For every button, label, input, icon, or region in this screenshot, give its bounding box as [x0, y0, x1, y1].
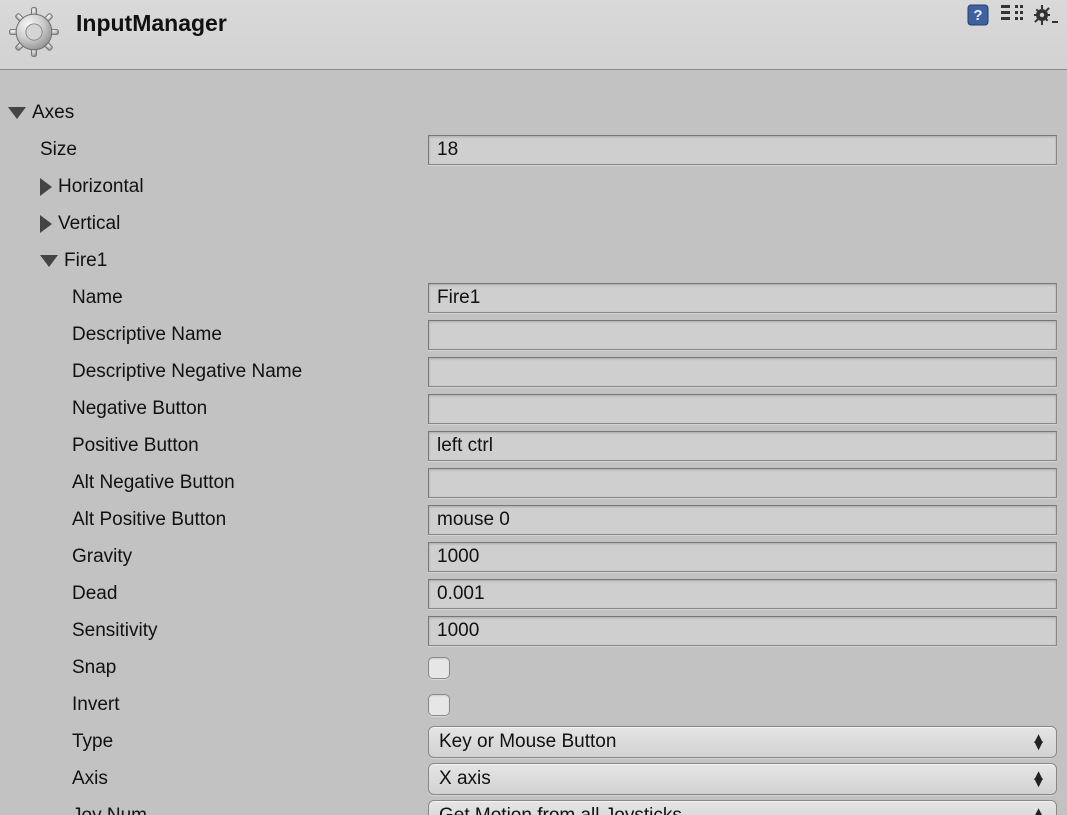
invert-checkbox[interactable] — [428, 694, 450, 716]
gravity-input[interactable] — [428, 542, 1057, 572]
joynum-select-value: Get Motion from all Joysticks — [439, 805, 682, 815]
descriptive-negative-name-label: Descriptive Negative Name — [72, 361, 302, 383]
updown-arrows-icon: ▲▼ — [1031, 809, 1046, 815]
name-input[interactable] — [428, 283, 1057, 313]
type-select-value: Key or Mouse Button — [439, 731, 616, 753]
descriptive-negative-name-row: Descriptive Negative Name — [0, 353, 1067, 390]
axes-foldout-label: Axes — [32, 102, 74, 124]
help-icon[interactable]: ? — [965, 4, 991, 26]
snap-label: Snap — [72, 657, 116, 679]
inspector-header: InputManager ? — [0, 0, 1067, 70]
vertical-foldout-label: Vertical — [58, 213, 120, 235]
name-label: Name — [72, 287, 123, 309]
positive-button-row: Positive Button — [0, 427, 1067, 464]
size-label: Size — [40, 139, 77, 161]
gravity-row: Gravity — [0, 538, 1067, 575]
size-input[interactable] — [428, 135, 1057, 165]
updown-arrows-icon: ▲▼ — [1031, 735, 1046, 749]
name-row: Name — [0, 279, 1067, 316]
axis-row: Axis X axis ▲▼ — [0, 760, 1067, 797]
type-label: Type — [72, 731, 113, 753]
inspector-body: Axes Size Horizontal Vertical Fire1 — [0, 70, 1067, 815]
horizontal-foldout-label: Horizontal — [58, 176, 144, 198]
alt-positive-button-label: Alt Positive Button — [72, 509, 226, 531]
alt-negative-button-input[interactable] — [428, 468, 1057, 498]
alt-positive-button-input[interactable] — [428, 505, 1057, 535]
foldout-arrow-down-icon — [8, 107, 26, 119]
sensitivity-input[interactable] — [428, 616, 1057, 646]
inspector-title: InputManager — [76, 10, 227, 37]
alt-negative-button-label: Alt Negative Button — [72, 472, 235, 494]
descriptive-name-row: Descriptive Name — [0, 316, 1067, 353]
invert-row: Invert — [0, 686, 1067, 723]
positive-button-label: Positive Button — [72, 435, 199, 457]
dead-row: Dead — [0, 575, 1067, 612]
sensitivity-label: Sensitivity — [72, 620, 158, 642]
type-select[interactable]: Key or Mouse Button ▲▼ — [428, 726, 1057, 758]
axis-label: Axis — [72, 768, 108, 790]
size-row: Size — [0, 131, 1067, 168]
foldout-arrow-down-icon — [40, 255, 58, 267]
svg-text:?: ? — [973, 7, 982, 24]
vertical-foldout[interactable]: Vertical — [0, 205, 1067, 242]
foldout-arrow-right-icon — [40, 215, 52, 233]
snap-row: Snap — [0, 649, 1067, 686]
axis-select-value: X axis — [439, 768, 491, 790]
settings-gear-icon — [8, 6, 60, 58]
type-row: Type Key or Mouse Button ▲▼ — [0, 723, 1067, 760]
horizontal-foldout[interactable]: Horizontal — [0, 168, 1067, 205]
negative-button-label: Negative Button — [72, 398, 207, 420]
gravity-label: Gravity — [72, 546, 132, 568]
descriptive-name-label: Descriptive Name — [72, 324, 222, 346]
negative-button-input[interactable] — [428, 394, 1057, 424]
header-toolbar: ? — [965, 4, 1059, 26]
descriptive-name-input[interactable] — [428, 320, 1057, 350]
snap-checkbox[interactable] — [428, 657, 450, 679]
negative-button-row: Negative Button — [0, 390, 1067, 427]
invert-label: Invert — [72, 694, 120, 716]
joynum-select[interactable]: Get Motion from all Joysticks ▲▼ — [428, 800, 1057, 815]
joynum-label: Joy Num — [72, 805, 147, 815]
descriptive-negative-name-input[interactable] — [428, 357, 1057, 387]
fire1-foldout-label: Fire1 — [64, 250, 107, 272]
dead-label: Dead — [72, 583, 117, 605]
fire1-foldout[interactable]: Fire1 — [0, 242, 1067, 279]
positive-button-input[interactable] — [428, 431, 1057, 461]
axes-foldout[interactable]: Axes — [0, 94, 1067, 131]
preset-icon[interactable] — [999, 4, 1025, 26]
foldout-arrow-right-icon — [40, 178, 52, 196]
joynum-row: Joy Num Get Motion from all Joysticks ▲▼ — [0, 797, 1067, 815]
alt-negative-button-row: Alt Negative Button — [0, 464, 1067, 501]
updown-arrows-icon: ▲▼ — [1031, 772, 1046, 786]
sensitivity-row: Sensitivity — [0, 612, 1067, 649]
dead-input[interactable] — [428, 579, 1057, 609]
axis-select[interactable]: X axis ▲▼ — [428, 763, 1057, 795]
context-gear-icon[interactable] — [1033, 4, 1059, 26]
alt-positive-button-row: Alt Positive Button — [0, 501, 1067, 538]
